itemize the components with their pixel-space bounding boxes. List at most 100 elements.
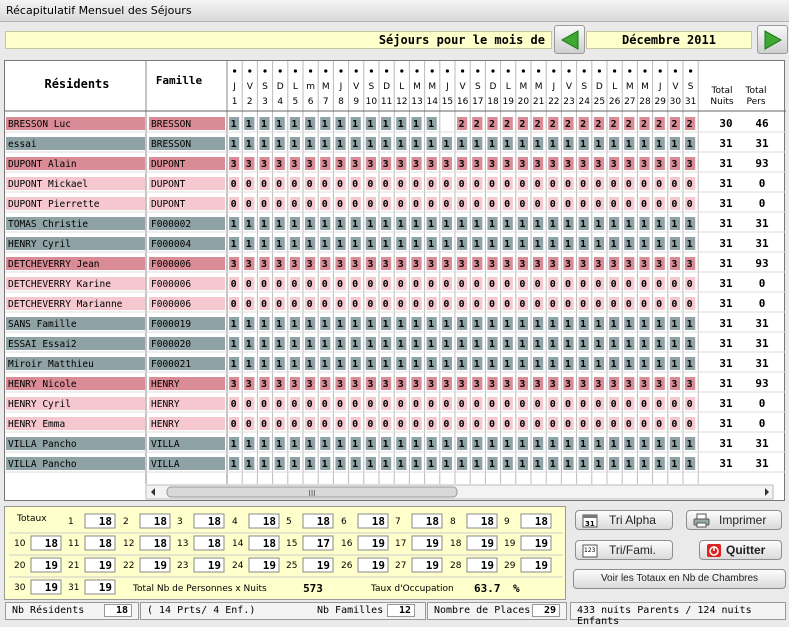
day-value: 0: [246, 299, 252, 310]
day-value: 1: [535, 239, 541, 250]
famille-name: DUPONT: [151, 179, 186, 190]
day-number: 2: [247, 97, 253, 107]
day-value: 0: [687, 279, 693, 290]
day-value: 0: [428, 179, 434, 190]
day-dot: [309, 69, 313, 73]
day-value: 3: [398, 259, 404, 270]
day-value: 1: [641, 459, 647, 470]
day-value: 3: [535, 379, 541, 390]
day-value: 0: [246, 419, 252, 430]
day-value: 1: [246, 239, 252, 250]
day-value: 0: [580, 199, 586, 210]
day-value: 1: [656, 339, 662, 350]
day-letter: J: [232, 82, 236, 92]
total-nuits-value: 31: [719, 237, 733, 250]
day-value: 3: [656, 379, 662, 390]
day-value: 0: [611, 419, 617, 430]
day-value: 3: [231, 259, 237, 270]
tri-alpha-button[interactable]: 31 Tri Alpha: [575, 510, 673, 530]
scrollbar-grip: III: [308, 489, 315, 498]
tri-fami-button[interactable]: 123 Tri/Fami.: [575, 540, 673, 560]
day-value: 1: [291, 459, 297, 470]
day-value: 1: [565, 219, 571, 230]
day-value: 3: [504, 379, 510, 390]
day-value: 1: [443, 339, 449, 350]
day-dot: [552, 69, 556, 73]
day-value: 3: [671, 159, 677, 170]
day-value: 3: [337, 259, 343, 270]
day-value: 1: [535, 459, 541, 470]
day-value: 1: [246, 439, 252, 450]
day-value: 1: [367, 239, 373, 250]
famille-name: HENRY: [151, 419, 180, 430]
day-value: 3: [626, 259, 632, 270]
famille-name: F000021: [151, 359, 191, 370]
horizontal-scrollbar[interactable]: III: [145, 484, 774, 500]
imprimer-button[interactable]: Imprimer: [686, 510, 782, 530]
day-value: 3: [352, 259, 358, 270]
day-value: 3: [337, 379, 343, 390]
total-personnes-nuits-value: 573: [303, 582, 323, 595]
day-value: 0: [231, 299, 237, 310]
day-letter: S: [475, 82, 481, 92]
day-value: 3: [626, 379, 632, 390]
day-value: 0: [337, 299, 343, 310]
totaux-day: 21: [68, 561, 79, 571]
totaux-value: 19: [263, 559, 276, 572]
day-letter: M: [641, 82, 649, 92]
day-value: 0: [413, 399, 419, 410]
day-value: 1: [367, 119, 373, 130]
voir-totaux-button[interactable]: Voir les Totaux en Nb de Chambres: [573, 569, 786, 589]
day-value: 0: [322, 199, 328, 210]
day-letter: S: [688, 82, 694, 92]
day-value: 0: [595, 179, 601, 190]
day-value: 0: [231, 179, 237, 190]
resident-name: Miroir Matthieu: [8, 359, 94, 370]
day-value: 1: [367, 339, 373, 350]
day-value: 1: [474, 139, 480, 150]
residents-detail: ( 14 Prts/ 4 Enf.): [147, 605, 256, 616]
day-value: 1: [626, 359, 632, 370]
day-value: 1: [459, 359, 465, 370]
totaux-day: 16: [341, 539, 353, 549]
totaux-value: 19: [481, 537, 494, 550]
day-value: 1: [580, 319, 586, 330]
quitter-button[interactable]: Quitter: [699, 540, 782, 560]
total-pers-value: 46: [755, 117, 769, 130]
day-value: 1: [611, 219, 617, 230]
totaux-day: 14: [232, 539, 244, 549]
day-letter: D: [277, 82, 284, 92]
day-value: 0: [443, 279, 449, 290]
totaux-value: 18: [263, 537, 276, 550]
day-letter: L: [612, 82, 617, 92]
day-number: 13: [411, 97, 422, 107]
day-number: 17: [472, 97, 483, 107]
totaux-day: 7: [395, 517, 401, 527]
day-value: 1: [383, 359, 389, 370]
day-value: 1: [687, 339, 693, 350]
day-value: 0: [276, 279, 282, 290]
day-value: 0: [352, 199, 358, 210]
day-value: 1: [443, 439, 449, 450]
day-value: 1: [656, 439, 662, 450]
day-value: 3: [261, 159, 267, 170]
day-value: 0: [246, 399, 252, 410]
totaux-day: 8: [450, 517, 456, 527]
day-number: 11: [381, 97, 392, 107]
day-value: 1: [550, 219, 556, 230]
day-letter: S: [581, 82, 587, 92]
totaux-day: 2: [123, 517, 129, 527]
day-letter: V: [566, 82, 573, 92]
next-month-button[interactable]: [757, 25, 788, 54]
previous-month-button[interactable]: [554, 25, 585, 54]
day-value: 0: [428, 399, 434, 410]
day-value: 1: [687, 439, 693, 450]
famille-name: BRESSON: [151, 119, 191, 130]
day-value: 0: [383, 279, 389, 290]
day-value: 3: [398, 159, 404, 170]
day-value: 0: [291, 179, 297, 190]
day-value: 0: [611, 279, 617, 290]
day-value: 1: [641, 359, 647, 370]
total-pers-value: 0: [759, 277, 766, 290]
day-value: 1: [443, 459, 449, 470]
